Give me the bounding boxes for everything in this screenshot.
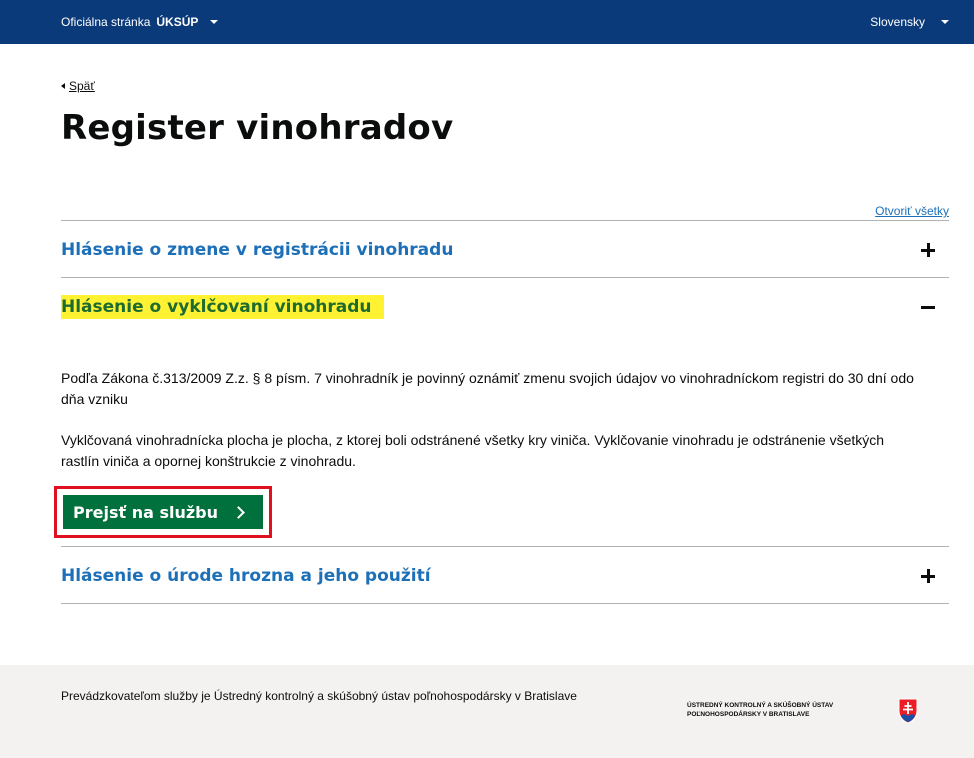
chevron-down-icon — [941, 20, 949, 24]
accordion-title: Hlásenie o vyklčovaní vinohradu — [61, 295, 384, 319]
chevron-right-icon — [232, 505, 245, 519]
accordion-header-grubbing[interactable]: Hlásenie o vyklčovaní vinohradu — [61, 279, 949, 335]
go-to-service-highlight[interactable]: Prejsť na službu — [54, 486, 272, 538]
divider — [61, 277, 949, 278]
minus-icon — [921, 300, 935, 314]
divider — [61, 603, 949, 604]
plus-icon — [921, 243, 935, 257]
official-site-menu[interactable]: Oficiálna stránka ÚKSÚP — [61, 15, 219, 29]
back-label: Späť — [69, 79, 95, 93]
accordion-header-registration-change[interactable]: Hlásenie o zmene v registrácii vinohradu — [61, 222, 949, 278]
site-name: ÚKSÚP — [156, 15, 199, 29]
go-to-service-button[interactable]: Prejsť na službu — [63, 495, 263, 529]
language-selector[interactable]: Slovensky — [870, 15, 949, 29]
accordion-title: Hlásenie o zmene v registrácii vinohradu — [61, 240, 454, 260]
org-logo-text: ÚSTREDNÝ KONTROLNÝ A SKÚŠOBNÝ ÚSTAV POĽN… — [687, 702, 834, 718]
site-prefix: Oficiálna stránka — [61, 15, 151, 29]
chevron-down-icon — [210, 20, 219, 24]
accordion-header-harvest[interactable]: Hlásenie o úrode hrozna a jeho použití — [61, 548, 949, 604]
back-arrow-icon — [61, 83, 65, 89]
page-title: Register vinohradov — [61, 108, 454, 148]
top-bar: Oficiálna stránka ÚKSÚP Slovensky — [0, 0, 974, 44]
divider — [61, 546, 949, 547]
footer-operator-text: Prevádzkovateľom služby je Ústredný kont… — [61, 689, 577, 703]
divider — [61, 220, 949, 221]
paragraph: Podľa Zákona č.313/2009 Z.z. § 8 písm. 7… — [61, 370, 914, 407]
footer: Prevádzkovateľom služby je Ústredný kont… — [0, 665, 974, 758]
back-link[interactable]: Späť — [61, 79, 95, 93]
accordion-title: Hlásenie o úrode hrozna a jeho použití — [61, 566, 431, 586]
plus-icon — [921, 569, 935, 583]
coat-of-arms-icon — [898, 698, 918, 724]
open-all-link[interactable]: Otvoriť všetky — [875, 204, 949, 218]
paragraph: Vyklčovaná vinohradnícka plocha je ploch… — [61, 432, 885, 469]
go-to-service-label: Prejsť na službu — [73, 502, 219, 522]
language-label: Slovensky — [870, 15, 925, 29]
